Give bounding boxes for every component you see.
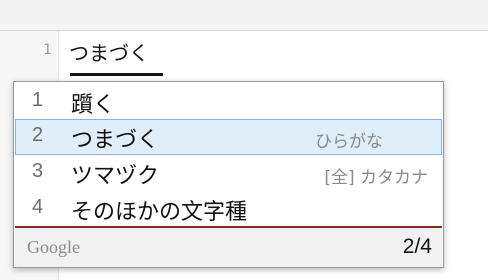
- candidate-text: 躓く: [71, 93, 116, 118]
- composing-underline: [70, 73, 163, 76]
- candidate-row-4[interactable]: 4 そのほかの文字種: [15, 191, 442, 227]
- candidate-number: 4: [32, 196, 44, 218]
- line-number: 1: [43, 42, 52, 58]
- candidate-row-3[interactable]: 3 ツマヅク [全] カタカナ: [15, 155, 442, 191]
- candidate-number: 2: [32, 124, 44, 146]
- composing-text[interactable]: つまづく: [69, 40, 149, 66]
- candidate-number: 1: [32, 89, 44, 111]
- candidate-description: [全] カタカナ: [324, 168, 428, 188]
- candidate-row-1[interactable]: 1 躓く: [15, 84, 442, 120]
- top-bar: [0, 0, 488, 31]
- candidate-text: ツマヅク: [71, 164, 160, 189]
- ime-candidate-window: 1 躓く 2 つまづく ひらがな 3 ツマヅク [全] カタカナ 4 そのほかの…: [13, 81, 444, 268]
- candidate-number: 3: [32, 160, 44, 182]
- candidate-text: そのほかの文字種: [71, 200, 248, 225]
- candidate-row-2[interactable]: 2 つまづく ひらがな: [15, 119, 442, 155]
- brand-label: Google: [27, 237, 80, 257]
- candidate-description: ひらがな: [315, 132, 383, 152]
- candidate-footer: Google 2/4: [15, 228, 442, 267]
- page-indicator: 2/4: [402, 235, 432, 258]
- candidate-text: つまづく: [71, 128, 160, 153]
